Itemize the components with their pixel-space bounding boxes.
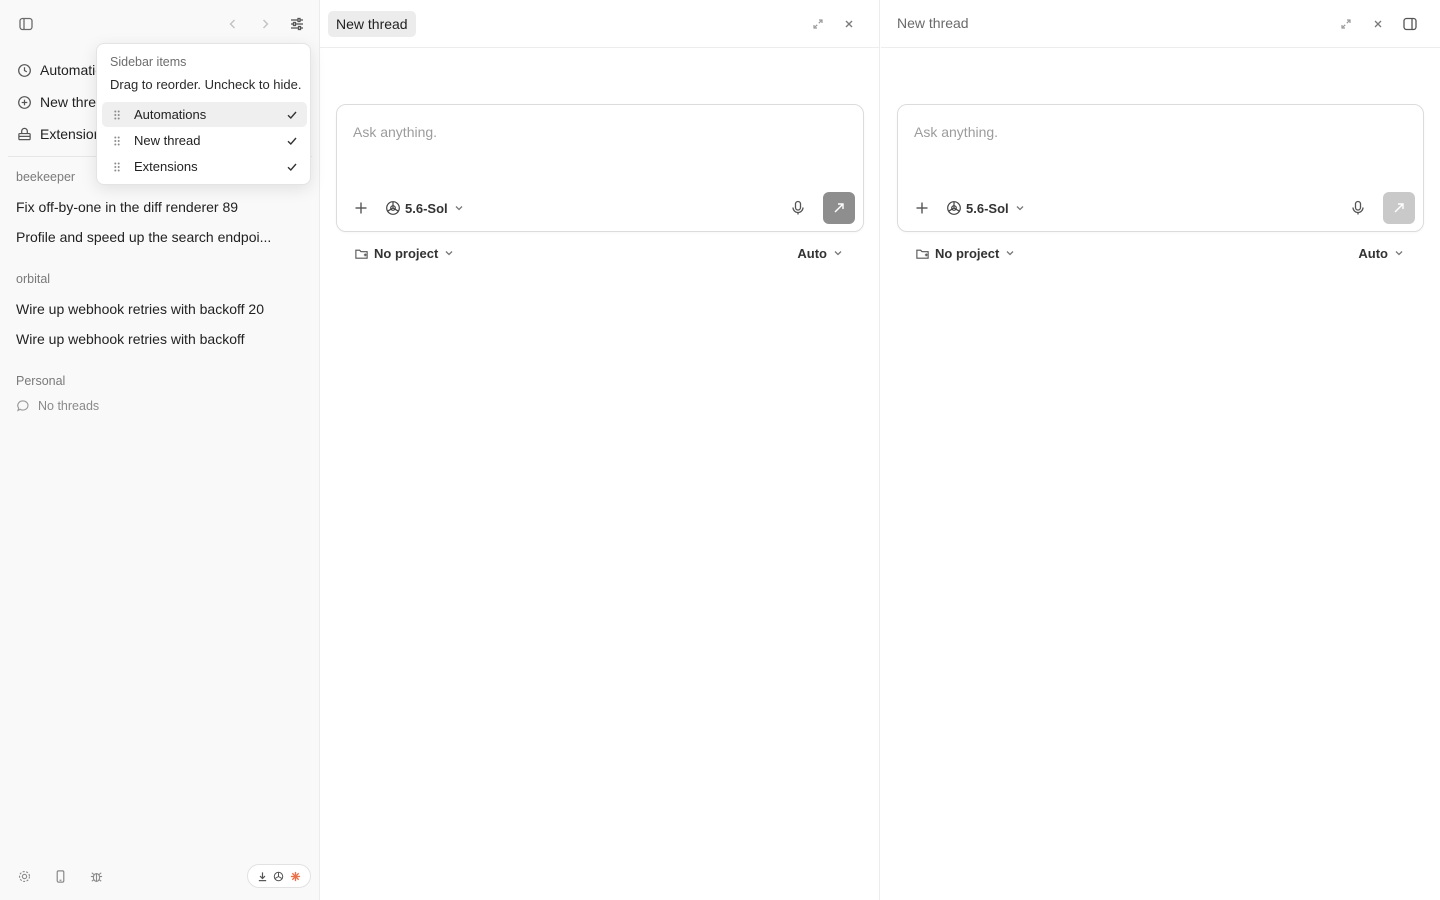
expand-icon[interactable]: [1334, 12, 1358, 36]
thread-item[interactable]: Profile and speed up the search endpoi..…: [8, 222, 312, 252]
microphone-icon[interactable]: [789, 199, 807, 217]
spark-icon: [290, 870, 302, 882]
mode-label: Auto: [797, 245, 827, 261]
composer: 5.6-Sol: [336, 104, 864, 232]
prompt-input[interactable]: [914, 121, 1394, 143]
project-label: No project: [374, 245, 439, 261]
project-selector[interactable]: No project: [915, 244, 1015, 262]
empty-threads-label: No threads: [38, 399, 100, 413]
group-label-personal: Personal: [16, 374, 66, 388]
pane-title-tab[interactable]: New thread: [328, 11, 416, 37]
folder-icon: [354, 246, 369, 261]
model-label: 5.6-Sol: [405, 200, 448, 216]
plus-icon[interactable]: [913, 199, 931, 217]
model-selector[interactable]: 5.6-Sol: [946, 199, 1025, 217]
checkmark-icon[interactable]: [285, 160, 299, 174]
model-label: 5.6-Sol: [966, 200, 1009, 216]
send-arrow-icon: [834, 203, 844, 213]
thread-pane-right: New thread 5.6-Sol: [881, 0, 1440, 900]
popover-item-label: Automations: [134, 107, 207, 122]
chevron-down-icon: [833, 248, 843, 258]
thread-pane-left: New thread 5.6-Sol: [320, 0, 880, 900]
sidebar-items-popover: Sidebar items Drag to reorder. Uncheck t…: [96, 43, 311, 185]
mode-label: Auto: [1358, 245, 1388, 261]
mode-selector[interactable]: Auto: [1358, 244, 1404, 262]
forward-arrow-icon[interactable]: [253, 12, 277, 36]
close-icon[interactable]: [837, 12, 861, 36]
drag-handle-icon[interactable]: [111, 135, 123, 147]
send-button[interactable]: [1383, 192, 1415, 224]
clock-icon: [16, 62, 32, 78]
popover-item-extensions[interactable]: Extensions: [102, 154, 307, 179]
plus-icon[interactable]: [352, 199, 370, 217]
pane-header: New thread: [881, 0, 1440, 48]
prompt-input[interactable]: [353, 121, 833, 143]
group-label-beekeeper: beekeeper: [16, 170, 76, 184]
folder-icon: [915, 246, 930, 261]
right-panel-toggle-icon[interactable]: [1398, 12, 1422, 36]
checkmark-icon[interactable]: [285, 134, 299, 148]
plus-circle-icon: [16, 94, 32, 110]
model-logo-icon: [946, 200, 962, 216]
chevron-down-icon: [454, 203, 464, 213]
download-icon: [256, 870, 268, 882]
empty-threads: No threads: [16, 399, 99, 413]
chevron-down-icon: [444, 248, 454, 258]
popover-description: Drag to reorder. Uncheck to hide.: [110, 77, 302, 92]
back-arrow-icon[interactable]: [221, 12, 245, 36]
project-label: No project: [935, 245, 1000, 261]
chevron-down-icon: [1394, 248, 1404, 258]
drag-handle-icon[interactable]: [111, 109, 123, 121]
popover-item-label: New thread: [134, 133, 201, 148]
settings-gear-icon[interactable]: [12, 864, 36, 888]
thread-item[interactable]: Wire up webhook retries with backoff: [8, 324, 312, 354]
project-selector[interactable]: No project: [354, 244, 454, 262]
composer: 5.6-Sol: [897, 104, 1424, 232]
sidebar-toolbar: [0, 0, 320, 48]
send-arrow-icon: [1394, 203, 1404, 213]
checkmark-icon[interactable]: [285, 108, 299, 122]
send-button[interactable]: [823, 192, 855, 224]
status-pill[interactable]: [247, 864, 311, 888]
popover-item-new-thread[interactable]: New thread: [102, 128, 307, 153]
model-selector[interactable]: 5.6-Sol: [385, 199, 464, 217]
chevron-down-icon: [1015, 203, 1025, 213]
close-icon[interactable]: [1366, 12, 1390, 36]
chat-bubble-icon: [16, 399, 30, 413]
model-logo-icon: [385, 200, 401, 216]
extensions-icon: [16, 126, 32, 142]
model-logo-icon: [273, 870, 285, 882]
thread-item[interactable]: Fix off-by-one in the diff renderer 89: [8, 192, 312, 222]
chevron-down-icon: [1005, 248, 1015, 258]
pane-header: New thread: [320, 0, 879, 48]
drag-handle-icon[interactable]: [111, 161, 123, 173]
toggle-sidebar-icon[interactable]: [14, 12, 38, 36]
popover-item-automations[interactable]: Automations: [102, 102, 307, 127]
popover-title: Sidebar items: [110, 55, 187, 69]
expand-icon[interactable]: [806, 12, 830, 36]
mode-selector[interactable]: Auto: [797, 244, 843, 262]
popover-item-label: Extensions: [134, 159, 198, 174]
device-icon[interactable]: [48, 864, 72, 888]
microphone-icon[interactable]: [1349, 199, 1367, 217]
bug-icon[interactable]: [84, 864, 108, 888]
sliders-icon[interactable]: [285, 12, 309, 36]
pane-title-tab[interactable]: New thread: [897, 15, 969, 31]
thread-item[interactable]: Wire up webhook retries with backoff 20: [8, 294, 312, 324]
group-label-orbital: orbital: [16, 272, 51, 286]
